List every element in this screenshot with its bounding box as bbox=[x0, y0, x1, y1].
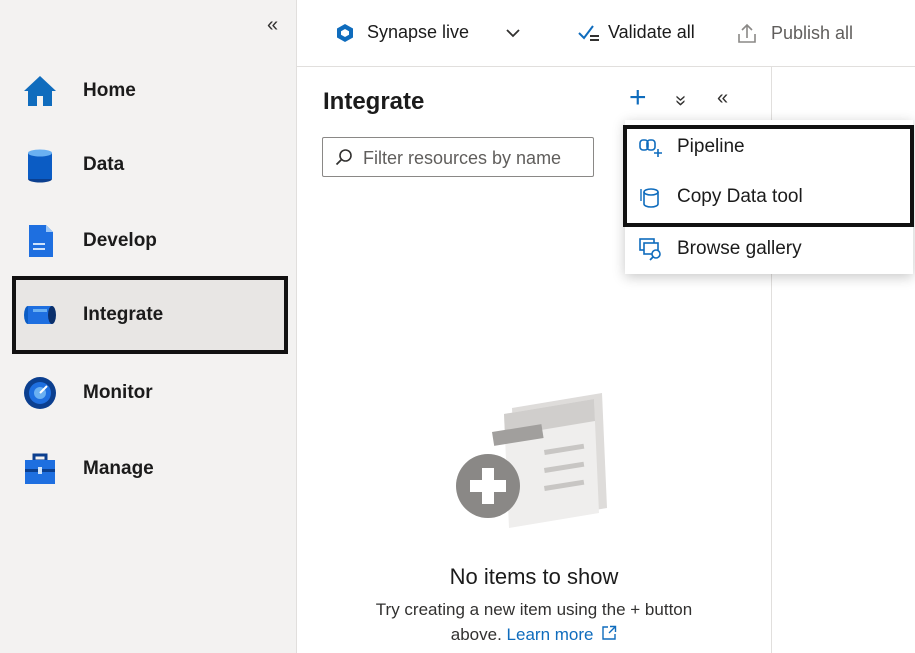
empty-state-description: Try creating a new item using the + butt… bbox=[322, 597, 746, 647]
sidebar-item-label: Data bbox=[83, 154, 125, 175]
publish-label: Publish all bbox=[771, 22, 854, 43]
sidebar-item-label: Develop bbox=[83, 230, 157, 251]
menu-item-label: Browse gallery bbox=[677, 238, 802, 259]
sidebar-item-label: Home bbox=[83, 80, 136, 101]
sidebar-item-home[interactable]: Home bbox=[12, 56, 288, 126]
menu-item-browse-gallery[interactable]: Browse gallery bbox=[625, 226, 913, 272]
sidebar-item-data[interactable]: Data bbox=[12, 130, 288, 200]
menu-item-pipeline[interactable]: Pipeline bbox=[625, 124, 913, 170]
validate-label: Validate all bbox=[608, 22, 695, 42]
empty-state-desc-line2: above. bbox=[450, 625, 502, 644]
home-icon bbox=[24, 76, 56, 106]
page-title: Integrate bbox=[323, 88, 425, 115]
search-input[interactable] bbox=[361, 144, 593, 172]
workspace-selector[interactable]: Synapse live bbox=[335, 22, 521, 43]
external-link-icon bbox=[602, 625, 617, 640]
sidebar-item-develop[interactable]: Develop bbox=[12, 206, 288, 276]
validate-icon bbox=[578, 24, 599, 41]
document-icon bbox=[29, 225, 53, 257]
learn-more-link[interactable]: Learn more bbox=[507, 625, 618, 644]
menu-item-label: Pipeline bbox=[677, 136, 745, 157]
learn-more-label: Learn more bbox=[506, 625, 594, 644]
empty-state-illustration bbox=[456, 393, 607, 528]
add-resource-menu: Pipeline Copy Data tool Browse gallery bbox=[625, 120, 913, 274]
sidebar-item-integrate[interactable]: Integrate bbox=[12, 276, 288, 354]
filter-box bbox=[322, 137, 594, 177]
copy-data-icon bbox=[640, 188, 659, 208]
publish-all-button[interactable]: Publish all bbox=[737, 22, 853, 44]
empty-state-desc-line1: Try creating a new item using the + butt… bbox=[375, 600, 693, 619]
gauge-icon bbox=[24, 377, 56, 409]
pipeline-icon bbox=[24, 306, 56, 324]
synapse-icon bbox=[337, 23, 353, 42]
empty-state-title: No items to show bbox=[449, 564, 619, 589]
menu-item-copy-data-tool[interactable]: Copy Data tool bbox=[625, 174, 913, 220]
sidebar-item-label: Integrate bbox=[83, 304, 164, 325]
search-icon bbox=[335, 149, 352, 166]
menu-item-label: Copy Data tool bbox=[677, 186, 803, 207]
sidebar-item-label: Monitor bbox=[83, 382, 153, 403]
database-icon bbox=[28, 149, 52, 183]
toolbox-icon bbox=[25, 453, 55, 484]
sidebar-item-manage[interactable]: Manage bbox=[12, 434, 288, 504]
chevron-down-icon bbox=[506, 28, 520, 37]
gallery-icon bbox=[639, 238, 661, 261]
collapse-sidebar-button[interactable]: « bbox=[267, 14, 278, 37]
pipeline-icon bbox=[639, 139, 662, 157]
workspace-label: Synapse live bbox=[367, 22, 470, 42]
sidebar-item-label: Manage bbox=[83, 458, 154, 479]
collapse-panel-button[interactable]: « bbox=[717, 87, 728, 110]
add-resource-button[interactable]: + bbox=[629, 81, 647, 115]
top-toolbar: Synapse live Validate all Publish all bbox=[297, 0, 915, 67]
expand-all-button[interactable]: » bbox=[669, 95, 692, 106]
publish-icon bbox=[738, 23, 756, 43]
sidebar-item-monitor[interactable]: Monitor bbox=[12, 358, 288, 428]
sidebar: « Home Data Develop Integrate Monitor Ma… bbox=[0, 0, 297, 653]
validate-all-button[interactable]: Validate all bbox=[578, 22, 695, 43]
